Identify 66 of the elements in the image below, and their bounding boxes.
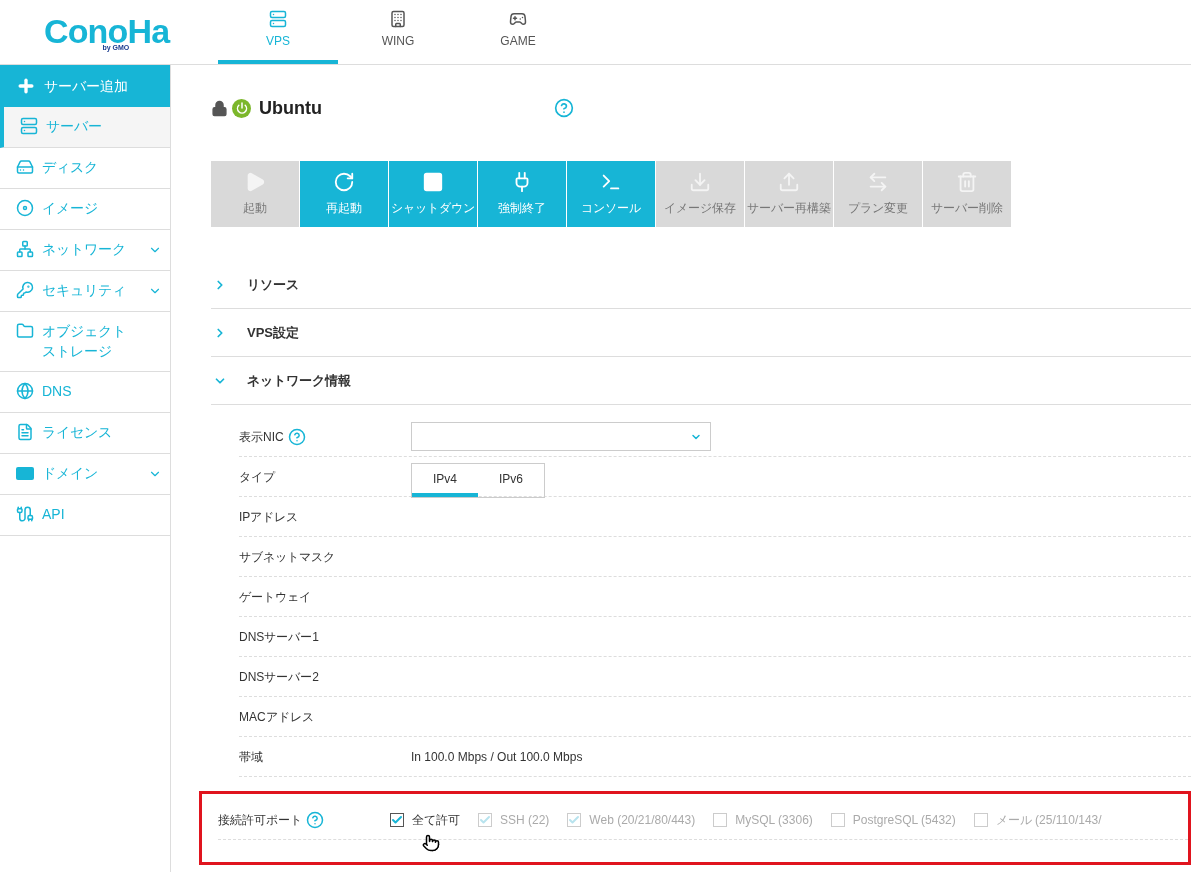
nic-select[interactable] bbox=[411, 422, 711, 451]
accordion-header[interactable]: リソース bbox=[211, 261, 1191, 309]
field-label: DNSサーバー2 bbox=[239, 668, 319, 686]
folder-icon bbox=[16, 322, 34, 340]
help-icon[interactable] bbox=[306, 810, 324, 829]
sidebar-item[interactable]: ディスク bbox=[0, 148, 170, 189]
restart-icon bbox=[333, 171, 355, 193]
sidebar-item[interactable]: API bbox=[0, 495, 170, 536]
stop-icon bbox=[422, 171, 444, 193]
hard-drive-icon bbox=[16, 158, 34, 176]
download-icon bbox=[689, 171, 711, 193]
top-nav-tab[interactable]: GAME bbox=[458, 0, 578, 64]
field-value: In 100.0 Mbps / Out 100.0 Mbps bbox=[411, 748, 583, 766]
top-nav-tab[interactable]: WING bbox=[338, 0, 458, 64]
field-label: サブネットマスク bbox=[239, 548, 335, 566]
toolbar-button[interactable]: 強制終了 bbox=[478, 161, 566, 227]
help-icon[interactable] bbox=[554, 98, 574, 118]
plus-icon bbox=[16, 76, 36, 96]
server-rack-icon bbox=[20, 117, 38, 135]
toolbar-button[interactable]: コンソール bbox=[567, 161, 655, 227]
field-label: DNSサーバー1 bbox=[239, 628, 319, 646]
add-server-button[interactable]: サーバー追加 bbox=[0, 65, 170, 107]
help-icon[interactable] bbox=[287, 427, 306, 446]
server-rack-icon bbox=[269, 10, 287, 28]
field-label: 帯域 bbox=[239, 748, 263, 766]
accordion-header[interactable]: ネットワーク情報 bbox=[211, 357, 1191, 405]
top-nav-tab[interactable]: VPS bbox=[218, 0, 338, 64]
accordion-header[interactable]: VPS設定 bbox=[211, 309, 1191, 357]
sidebar-item[interactable]: ドメイン bbox=[0, 454, 170, 495]
disc-icon bbox=[16, 199, 34, 217]
network-icon bbox=[16, 240, 34, 258]
field-label: タイプ bbox=[239, 468, 275, 486]
building-icon bbox=[389, 10, 407, 28]
port-option-label: PostgreSQL (5432) bbox=[852, 811, 956, 829]
checkbox[interactable] bbox=[390, 812, 404, 827]
field-label: ゲートウェイ bbox=[239, 588, 311, 606]
field-label: 接続許可ポート bbox=[218, 811, 302, 829]
toolbar-button[interactable]: シャットダウン bbox=[389, 161, 477, 227]
sidebar-item[interactable]: ライセンス bbox=[0, 413, 170, 454]
sidebar-item[interactable]: イメージ bbox=[0, 189, 170, 230]
field-label: IPアドレス bbox=[239, 508, 299, 526]
hand-cursor-icon bbox=[422, 832, 440, 853]
cable-icon bbox=[16, 505, 34, 523]
ip-version-tab[interactable]: IPv4 bbox=[412, 464, 478, 497]
gamepad-icon bbox=[509, 10, 527, 28]
globe-icon bbox=[16, 382, 34, 400]
sidebar-item[interactable]: サーバー bbox=[0, 107, 170, 148]
sidebar-item[interactable]: ネットワーク bbox=[0, 230, 170, 271]
sidebar-item[interactable]: オブジェクトストレージ bbox=[0, 312, 170, 372]
field-label: 表示NIC bbox=[239, 428, 284, 446]
port-option-label: メール (25/110/143/ bbox=[995, 811, 1102, 829]
sidebar-item[interactable]: DNS bbox=[0, 372, 170, 413]
port-option-label: Web (20/21/80/443) bbox=[589, 811, 696, 829]
toolbar-button[interactable]: 再起動 bbox=[300, 161, 388, 227]
ip-version-tab[interactable]: IPv6 bbox=[478, 464, 544, 497]
port-option-label: SSH (22) bbox=[500, 811, 550, 829]
swap-icon bbox=[867, 171, 889, 193]
port-option-label: 全て許可 bbox=[412, 811, 460, 829]
port-option-label: MySQL (3306) bbox=[735, 811, 813, 829]
key-icon bbox=[16, 281, 34, 299]
sidebar-item[interactable]: セキュリティ bbox=[0, 271, 170, 312]
trash-icon bbox=[956, 171, 978, 193]
document-icon bbox=[16, 423, 34, 441]
upload-icon bbox=[778, 171, 800, 193]
field-label: MACアドレス bbox=[239, 708, 314, 726]
server-name: Ubuntu bbox=[259, 96, 322, 120]
